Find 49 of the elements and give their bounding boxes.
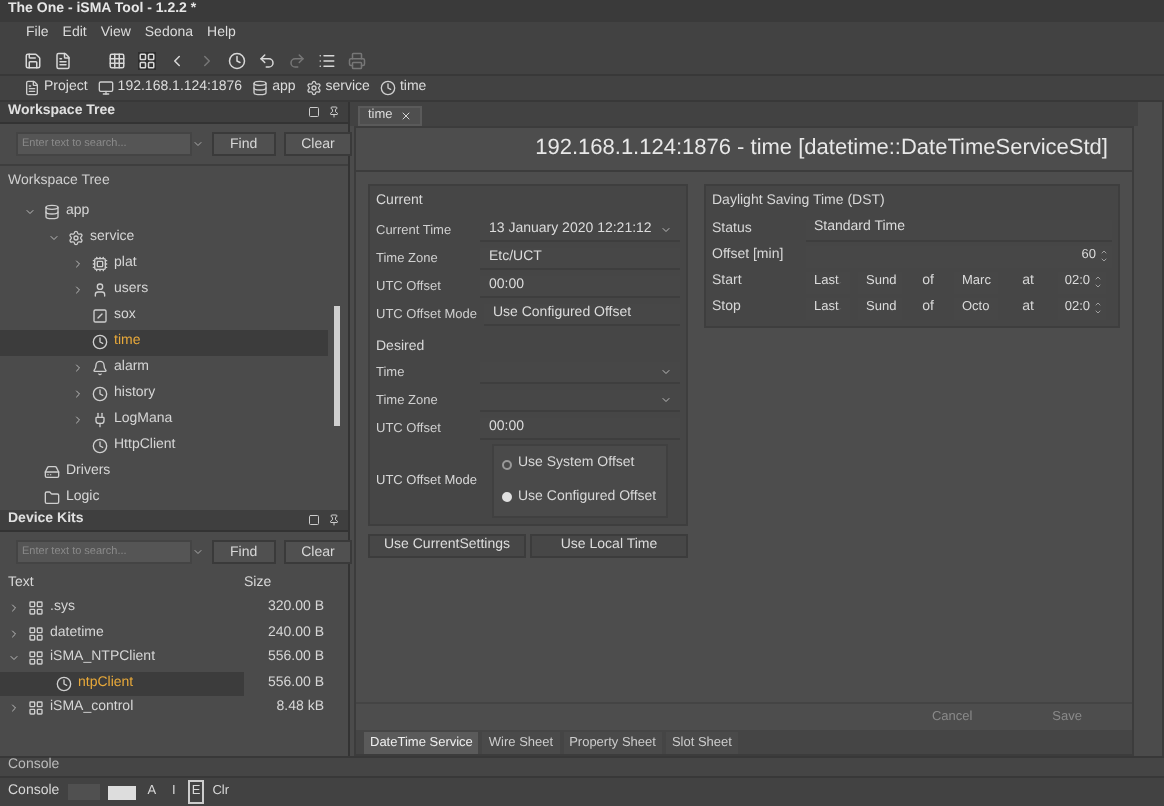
gear-icon <box>305 80 322 96</box>
back-icon[interactable] <box>168 51 186 69</box>
folder-icon <box>44 490 60 506</box>
document-icon <box>24 80 40 96</box>
expand-icon[interactable] <box>8 702 20 715</box>
expand-icon[interactable] <box>72 362 84 374</box>
forward-icon[interactable] <box>198 51 216 69</box>
clock-icon <box>92 438 108 454</box>
user-icon <box>92 282 108 298</box>
gear-icon <box>68 230 84 246</box>
expand-icon[interactable] <box>72 258 84 270</box>
undo-icon[interactable] <box>258 51 276 69</box>
expand-icon[interactable] <box>72 414 84 426</box>
grid-icon <box>28 700 44 717</box>
clock-icon <box>92 386 108 402</box>
restore-icon[interactable] <box>308 514 320 526</box>
restore-icon[interactable] <box>308 106 320 118</box>
redo-icon[interactable] <box>288 51 306 69</box>
plug-icon <box>92 412 108 428</box>
document-icon[interactable] <box>54 51 72 69</box>
console-input[interactable] <box>107 785 136 799</box>
monitor-icon <box>97 80 114 96</box>
expand-icon[interactable] <box>48 232 60 244</box>
clock-icon <box>92 334 108 350</box>
printer-icon[interactable] <box>348 51 366 69</box>
square-icon <box>92 308 108 324</box>
database-icon <box>44 204 60 220</box>
expand-icon[interactable] <box>72 388 84 400</box>
grid-icon <box>28 625 44 642</box>
scrollbar[interactable] <box>334 306 340 426</box>
clock-icon <box>56 675 72 692</box>
save-icon[interactable] <box>24 51 42 69</box>
drive-icon <box>44 464 60 480</box>
chip-icon <box>92 256 108 272</box>
bell-icon <box>92 360 108 376</box>
grid-icon[interactable] <box>138 51 156 69</box>
database-icon <box>252 80 269 96</box>
list-icon[interactable] <box>318 51 336 69</box>
grid-icon <box>28 600 44 617</box>
clock-icon[interactable] <box>228 51 246 69</box>
editor-title: 192.168.1.124:1876 - time [datetime::DateTimeServiceStd] <box>356 128 1132 172</box>
pin-icon[interactable] <box>328 106 340 118</box>
grid-icon <box>28 650 44 667</box>
grid-icon[interactable] <box>108 51 126 69</box>
close-icon[interactable] <box>400 110 413 122</box>
expand-icon[interactable] <box>24 206 36 218</box>
clock-icon <box>379 80 396 96</box>
expand-icon[interactable] <box>72 284 84 296</box>
pin-icon[interactable] <box>328 514 340 526</box>
